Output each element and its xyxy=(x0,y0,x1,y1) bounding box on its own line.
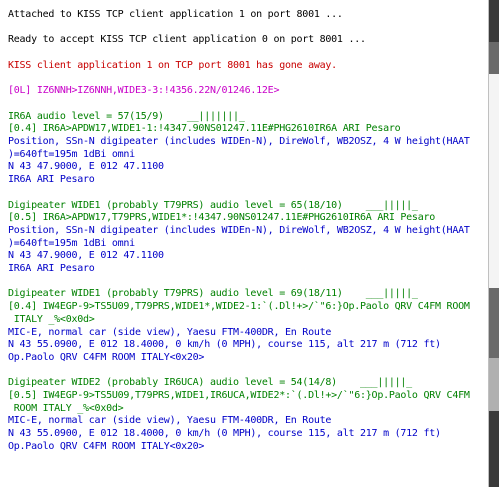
scrollbar-thumb[interactable] xyxy=(489,288,499,358)
terminal-line: N 43 47.9000, E 012 47.1100 xyxy=(8,250,164,262)
terminal-line: Op.Paolo QRV C4FM ROOM ITALY<0x20> xyxy=(8,351,205,363)
terminal-line: Ready to accept KISS TCP client applicat… xyxy=(8,34,366,46)
scrollbar-segment[interactable] xyxy=(489,0,499,42)
terminal-line: Digipeater WIDE2 (probably IR6UCA) audio… xyxy=(8,377,412,389)
terminal-line: Digipeater WIDE1 (probably T79PRS) audio… xyxy=(8,199,418,211)
terminal-line: Op.Paolo QRV C4FM ROOM ITALY<0x20> xyxy=(8,440,205,452)
terminal-line: [0.4] IR6A>APDW17,WIDE1-1:!4347.90NS0124… xyxy=(8,123,401,135)
terminal-output: Attached to KISS TCP client application … xyxy=(0,0,489,487)
terminal-line: Digipeater WIDE1 (probably T79PRS) audio… xyxy=(8,288,418,300)
scrollbar-segment[interactable] xyxy=(489,74,499,288)
vertical-scrollbar[interactable] xyxy=(488,0,499,487)
terminal-line: IR6A ARI Pesaro xyxy=(8,263,95,274)
scrollbar-segment[interactable] xyxy=(489,358,499,411)
terminal-line: MIC-E, normal car (side view), Yaesu FTM… xyxy=(8,326,332,338)
terminal-line: ROOM ITALY _%<0x0d> xyxy=(8,402,124,414)
terminal-line: N 43 47.9000, E 012 47.1100 xyxy=(8,161,164,173)
terminal-line: [0.5] IW4EGP-9>TS5U09,T79PRS,WIDE1,IR6UC… xyxy=(8,390,470,401)
terminal-line: Attached to KISS TCP client application … xyxy=(8,9,343,20)
terminal-line: [0.5] IR6A>APDW17,T79PRS,WIDE1*:!4347.90… xyxy=(8,212,436,224)
terminal-line: MIC-E, normal car (side view), Yaesu FTM… xyxy=(8,415,332,427)
terminal-line: N 43 55.0900, E 012 18.4000, 0 km/h (0 M… xyxy=(8,428,441,440)
terminal-line: ITALY _%<0x0d> xyxy=(8,313,95,325)
terminal-line: )=640ft=195m 1dBi omni xyxy=(8,237,135,249)
terminal-line: Position, SSn-N digipeater (includes WID… xyxy=(8,136,470,147)
terminal-line: KISS client application 1 on TCP port 80… xyxy=(8,59,337,71)
terminal-line: IR6A ARI Pesaro xyxy=(8,174,95,186)
terminal-line: [0.4] IW4EGP-9>TS5U09,T79PRS,WIDE1*,WIDE… xyxy=(8,301,470,313)
terminal-line: [0L] IZ6NNH>IZ6NNH,WIDE3-3:!4356.22N/012… xyxy=(8,85,280,97)
terminal-line: Position, SSn-N digipeater (includes WID… xyxy=(8,224,470,236)
terminal-line: )=640ft=195m 1dBi omni xyxy=(8,148,135,160)
terminal-line: IR6A audio level = 57(15/9) __|||||||_ xyxy=(8,110,245,122)
scrollbar-segment[interactable] xyxy=(489,42,499,74)
terminal-line: N 43 55.0900, E 012 18.4000, 0 km/h (0 M… xyxy=(8,339,441,351)
scrollbar-segment[interactable] xyxy=(489,411,499,487)
